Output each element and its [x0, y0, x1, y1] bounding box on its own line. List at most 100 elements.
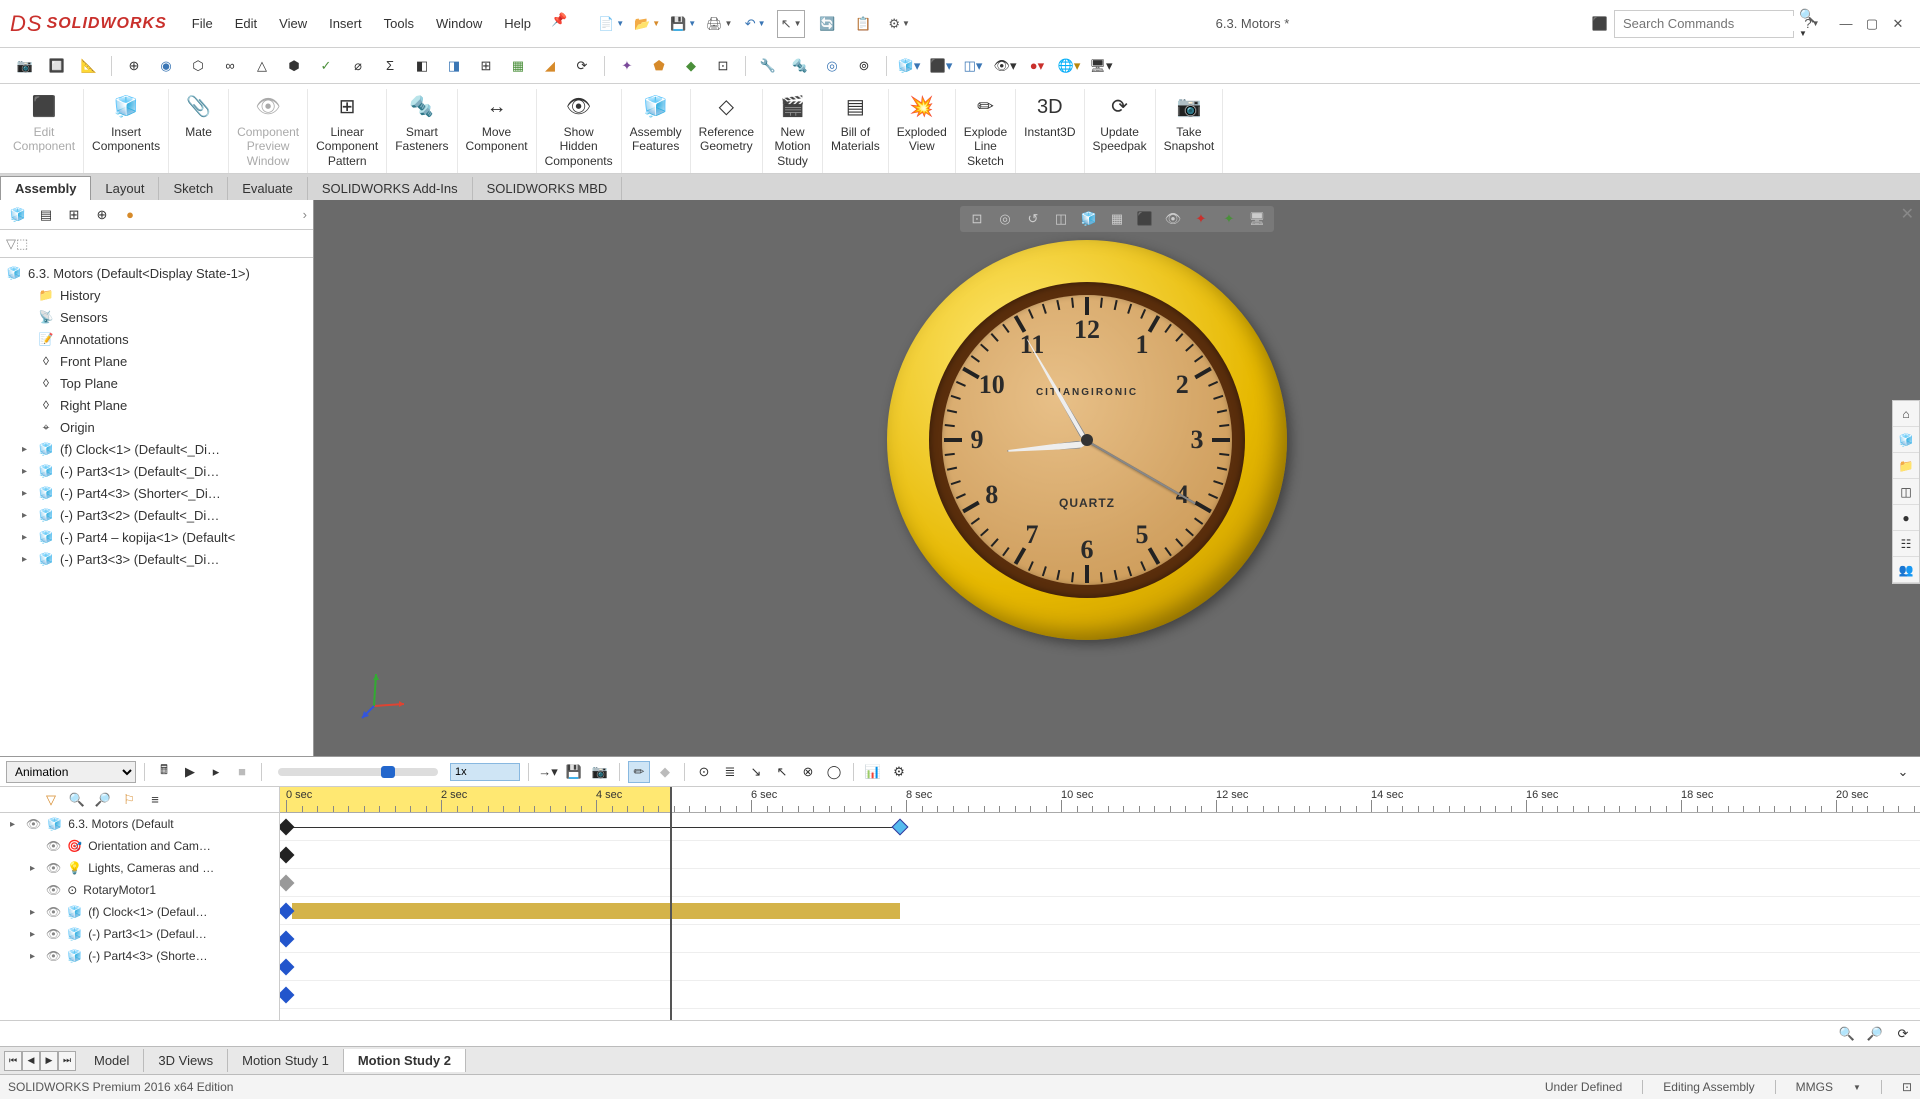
maximize-button[interactable]: ▢ — [1860, 12, 1884, 36]
tool-icon-18[interactable]: ◆ — [678, 53, 704, 79]
tool-icon-21[interactable]: 🔩 — [787, 53, 813, 79]
timeline-row[interactable] — [280, 869, 1920, 897]
help-button[interactable]: ?▼ — [1800, 12, 1824, 36]
save-button[interactable]: 💾▼ — [669, 10, 697, 38]
display-icon[interactable]: 🖥▾ — [1088, 53, 1114, 79]
tab-solidworks-add-ins[interactable]: SOLIDWORKS Add-Ins — [308, 177, 473, 200]
fm-prop-icon[interactable]: ▤ — [34, 203, 58, 227]
tree-item[interactable]: ▸🧊(-) Part3<1> (Default<_Di… — [18, 460, 311, 482]
zoom-out-tl-icon[interactable]: 🔎 — [1864, 1023, 1886, 1045]
minimize-button[interactable]: — — [1834, 12, 1858, 36]
panel-expand-icon[interactable]: › — [303, 207, 307, 222]
tree-item[interactable]: ▸🧊(-) Part4 – kopija<1> (Default< — [18, 526, 311, 548]
tab-layout[interactable]: Layout — [91, 177, 159, 200]
keyframe[interactable] — [280, 846, 294, 863]
tab-prev-icon[interactable]: ◀ — [22, 1051, 40, 1071]
menu-tools[interactable]: Tools — [374, 12, 424, 35]
playback-speed[interactable] — [450, 763, 520, 781]
open-doc-button[interactable]: 📂▼ — [633, 10, 661, 38]
timeline-row[interactable] — [280, 813, 1920, 841]
close-button[interactable]: ✕ — [1886, 12, 1910, 36]
ribbon-assembly[interactable]: 🧊AssemblyFeatures — [622, 89, 691, 173]
apply-scene-icon[interactable]: ✦ — [1190, 208, 1212, 230]
tool-icon-7[interactable]: ⬢ — [281, 53, 307, 79]
menu-help[interactable]: Help — [494, 12, 541, 35]
section-view-icon[interactable]: ◫ — [1050, 208, 1072, 230]
filter-sel-icon[interactable]: 🔎 — [92, 789, 114, 811]
new-doc-button[interactable]: 📄▼ — [597, 10, 625, 38]
damper-button[interactable]: ◯ — [823, 761, 845, 783]
eye-icon[interactable]: 👁▾ — [992, 53, 1018, 79]
task-view-icon[interactable]: ◫ — [1893, 479, 1919, 505]
appearance-icon[interactable]: ●▾ — [1024, 53, 1050, 79]
tool-icon-14[interactable]: ◢ — [537, 53, 563, 79]
play-start-button[interactable]: ▶ — [179, 761, 201, 783]
tool-icon-13[interactable]: ▦ — [505, 53, 531, 79]
motion-tree-item[interactable]: ▸👁🧊(-) Part4<3> (Shorte… — [0, 945, 279, 967]
ribbon-explode[interactable]: ✏ExplodeLineSketch — [956, 89, 1016, 173]
ribbon-take[interactable]: 📷TakeSnapshot — [1156, 89, 1224, 173]
tool-icon-15[interactable]: ⟳ — [569, 53, 595, 79]
tool-icon-24[interactable]: 🧊▾ — [896, 53, 922, 79]
ribbon-mate[interactable]: 📎Mate — [169, 89, 229, 173]
task-lib-icon[interactable]: 📁 — [1893, 453, 1919, 479]
viewport-close-icon[interactable]: ✕ — [1901, 204, 1914, 224]
tree-item[interactable]: 📁History — [18, 284, 311, 306]
motion-tree-item[interactable]: ▸👁🧊(f) Clock<1> (Defaul… — [0, 901, 279, 923]
fm-tree-icon[interactable]: 🧊 — [6, 203, 30, 227]
task-forum-icon[interactable]: 👥 — [1893, 557, 1919, 583]
tree-item[interactable]: ▸🧊(f) Clock<1> (Default<_Di… — [18, 438, 311, 460]
filter-orient-icon[interactable]: ▽ — [40, 789, 62, 811]
keyframe[interactable] — [892, 818, 909, 835]
timeline-ruler[interactable]: 0 sec2 sec4 sec6 sec8 sec10 sec12 sec14 … — [280, 787, 1920, 813]
autokey-button[interactable]: ✏ — [628, 761, 650, 783]
filter-driving-icon[interactable]: 🔍 — [66, 789, 88, 811]
keyframe[interactable] — [280, 958, 294, 975]
time-slider[interactable] — [278, 768, 438, 776]
tree-item[interactable]: ◊Front Plane — [18, 350, 311, 372]
tool-icon-4[interactable]: ⬡ — [185, 53, 211, 79]
ribbon-move[interactable]: ↔MoveComponent — [458, 89, 537, 173]
zoom-fit-icon[interactable]: ⊡ — [966, 208, 988, 230]
filter-icon[interactable]: ▽⬚ — [6, 236, 28, 252]
tree-item[interactable]: ◊Top Plane — [18, 372, 311, 394]
settings-button[interactable]: ⚙▼ — [885, 10, 913, 38]
motion-tree-item[interactable]: ▸👁🧊(-) Part3<1> (Defaul… — [0, 923, 279, 945]
ribbon-reference[interactable]: ◇ReferenceGeometry — [691, 89, 763, 173]
task-prop-icon[interactable]: ☷ — [1893, 531, 1919, 557]
ribbon-update[interactable]: ⟳UpdateSpeedpak — [1085, 89, 1156, 173]
prev-view-icon[interactable]: ↺ — [1022, 208, 1044, 230]
options-button[interactable]: 📋 — [849, 10, 877, 38]
calc-button[interactable]: 🖩 — [153, 761, 175, 783]
tab-next-icon[interactable]: ▶ — [40, 1051, 58, 1071]
tree-item[interactable]: ⌖Origin — [18, 416, 311, 438]
ribbon-smart[interactable]: 🔩SmartFasteners — [387, 89, 457, 173]
status-units[interactable]: MMGS — [1796, 1080, 1833, 1094]
tool-icon-9[interactable]: ⌀ — [345, 53, 371, 79]
bottom-tab-3d-views[interactable]: 3D Views — [144, 1049, 228, 1072]
hide-show-icon[interactable]: ⬛ — [1134, 208, 1156, 230]
timeline-row[interactable] — [280, 925, 1920, 953]
ribbon-new[interactable]: 🎬NewMotionStudy — [763, 89, 823, 173]
tree-item[interactable]: 📝Annotations — [18, 328, 311, 350]
undo-button[interactable]: ↶▼ — [741, 10, 769, 38]
addkey-button[interactable]: ◆ — [654, 761, 676, 783]
timeline-row[interactable] — [280, 841, 1920, 869]
stop-button[interactable]: ■ — [231, 761, 253, 783]
screenshot-icon[interactable]: 📷 — [12, 53, 38, 79]
3d-viewport[interactable]: ✕ ⊡ ◎ ↺ ◫ 🧊 ▦ ⬛ 👁 ✦ ✦ 🖥 CITIANGIRONIC QU… — [314, 200, 1920, 756]
tree-root[interactable]: 🧊 6.3. Motors (Default<Display State-1>) — [2, 262, 311, 284]
tab-solidworks-mbd[interactable]: SOLIDWORKS MBD — [473, 177, 623, 200]
sigma-icon[interactable]: Σ — [377, 53, 403, 79]
keyframe[interactable] — [280, 818, 294, 835]
timeline-row[interactable] — [280, 981, 1920, 1009]
tool-icon-26[interactable]: ◫▾ — [960, 53, 986, 79]
tool-icon-10[interactable]: ◧ — [409, 53, 435, 79]
menu-view[interactable]: View — [269, 12, 317, 35]
view-settings-icon[interactable]: ✦ — [1218, 208, 1240, 230]
ribbon-show[interactable]: 👁ShowHiddenComponents — [537, 89, 622, 173]
tab-last-icon[interactable]: ⏭ — [58, 1051, 76, 1071]
tool-icon-20[interactable]: 🔧 — [755, 53, 781, 79]
tab-assembly[interactable]: Assembly — [0, 176, 91, 200]
status-units-dd[interactable]: ▼ — [1853, 1083, 1861, 1092]
